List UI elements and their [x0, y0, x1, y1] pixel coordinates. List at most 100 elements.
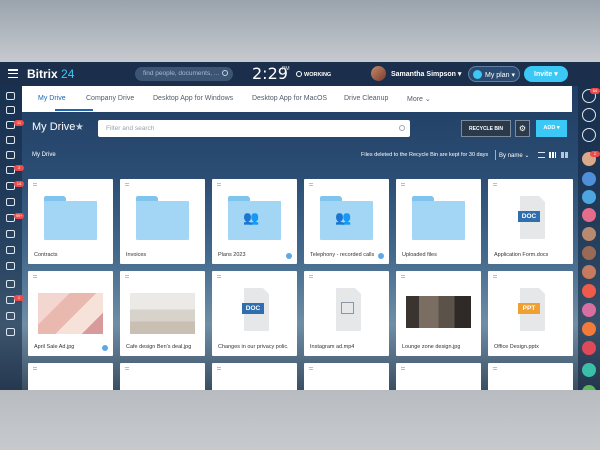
file-card[interactable]: 👥 Plans 2023: [212, 179, 297, 264]
card-menu-icon[interactable]: [309, 367, 313, 370]
file-card[interactable]: [396, 363, 481, 390]
global-search-input[interactable]: find people, documents, ...: [135, 67, 233, 81]
sidebar-drive-icon[interactable]: [6, 136, 15, 144]
contact-avatar[interactable]: [582, 341, 596, 355]
contact-avatar[interactable]: [582, 208, 596, 222]
tab-drive-cleanup[interactable]: Drive Cleanup: [344, 95, 388, 102]
card-menu-icon[interactable]: [309, 183, 313, 186]
card-menu-icon[interactable]: [125, 367, 129, 370]
badge-count: 3: [14, 165, 24, 171]
contact-avatar[interactable]: [582, 363, 596, 377]
file-card[interactable]: [120, 363, 205, 390]
tile-view-icon[interactable]: [561, 152, 568, 158]
search-icon[interactable]: [222, 70, 228, 76]
menu-icon[interactable]: [8, 69, 18, 79]
card-menu-icon[interactable]: [217, 183, 221, 186]
file-card[interactable]: [28, 363, 113, 390]
sort-dropdown[interactable]: By name ⌄: [499, 152, 529, 159]
badge-count: 1: [14, 295, 24, 301]
card-menu-icon[interactable]: [401, 367, 405, 370]
sidebar-more-icon[interactable]: [6, 328, 15, 336]
file-card[interactable]: DOC Application Form.docx: [488, 179, 573, 264]
card-menu-icon[interactable]: [309, 275, 313, 278]
contact-avatar[interactable]: [582, 284, 596, 298]
contact-avatar[interactable]: [582, 303, 596, 317]
card-menu-icon[interactable]: [401, 275, 405, 278]
sidebar-store-icon[interactable]: [6, 280, 15, 288]
star-icon[interactable]: ★: [75, 122, 84, 133]
my-plan-button[interactable]: My plan ▾: [468, 66, 520, 82]
breadcrumb[interactable]: My Drive: [32, 152, 56, 158]
list-view-icon[interactable]: [538, 152, 545, 158]
file-card[interactable]: Lounge zone design.jpg: [396, 271, 481, 356]
sidebar-time-icon[interactable]: [6, 262, 15, 270]
contact-avatar[interactable]: [582, 190, 596, 204]
add-button[interactable]: ADD ▾: [536, 120, 567, 137]
card-menu-icon[interactable]: [33, 367, 37, 370]
invite-button[interactable]: Invite ▾: [524, 66, 568, 82]
file-name: Contracts: [34, 252, 58, 258]
gear-icon[interactable]: ⚙: [515, 120, 530, 137]
card-menu-icon[interactable]: [125, 183, 129, 186]
plan-icon: [473, 70, 482, 79]
sidebar-settings-icon[interactable]: [6, 312, 15, 320]
filter-search-input[interactable]: Filter and search: [98, 120, 410, 137]
card-menu-icon[interactable]: [217, 367, 221, 370]
file-name: Application Form.docx: [494, 252, 549, 258]
contact-avatar[interactable]: [582, 246, 596, 260]
card-menu-icon[interactable]: [401, 183, 405, 186]
sidebar-contacts-icon[interactable]: [6, 246, 15, 254]
search-icon[interactable]: [582, 128, 596, 142]
sidebar-calendar-icon[interactable]: [6, 151, 15, 159]
search-icon[interactable]: [399, 125, 405, 131]
file-name: Changes in our privacy polic...: [218, 344, 288, 350]
file-card[interactable]: Uploaded files: [396, 179, 481, 264]
file-card[interactable]: Cafe design Ben's deal.jpg: [120, 271, 205, 356]
file-card[interactable]: PPT Office Design.pptx: [488, 271, 573, 356]
contact-avatar[interactable]: [582, 172, 596, 186]
sidebar-tasks-icon[interactable]: [6, 106, 15, 114]
tab-my-drive[interactable]: My Drive: [38, 95, 66, 102]
grid-view-icon[interactable]: [549, 152, 556, 158]
contact-avatar[interactable]: [582, 322, 596, 336]
doc-file-icon: DOC: [518, 196, 545, 239]
file-card[interactable]: DOC Changes in our privacy polic...: [212, 271, 297, 356]
recycle-bin-button[interactable]: RECYCLE BIN: [461, 120, 511, 137]
file-card[interactable]: April Sale Ad.jpg: [28, 271, 113, 356]
file-card[interactable]: [304, 363, 389, 390]
sidebar-mail-icon[interactable]: [6, 198, 15, 206]
card-menu-icon[interactable]: [125, 275, 129, 278]
avatar[interactable]: [371, 66, 386, 81]
sidebar-feed-icon[interactable]: [6, 92, 15, 100]
file-card[interactable]: Instagram ad.mp4: [304, 271, 389, 356]
card-menu-icon[interactable]: [33, 275, 37, 278]
shared-icon: [286, 253, 292, 259]
doc-file-icon: DOC: [242, 288, 269, 331]
file-card[interactable]: [488, 363, 573, 390]
tab-desktop-macos[interactable]: Desktop App for MacOS: [252, 95, 327, 102]
file-name: Cafe design Ben's deal.jpg: [126, 344, 192, 350]
user-name[interactable]: Samantha Simpson ▾: [391, 70, 461, 78]
left-sidebar: 11 3 14 99+ 1: [0, 86, 24, 390]
logo[interactable]: Bitrix 24: [27, 67, 74, 81]
card-menu-icon[interactable]: [33, 183, 37, 186]
file-card[interactable]: Contracts: [28, 179, 113, 264]
sidebar-automation-icon[interactable]: [6, 230, 15, 238]
tab-more[interactable]: More ⌄: [407, 95, 431, 103]
tab-company-drive[interactable]: Company Drive: [86, 95, 134, 102]
contact-avatar[interactable]: [582, 227, 596, 241]
card-menu-icon[interactable]: [493, 367, 497, 370]
divider: [495, 150, 496, 160]
tab-desktop-windows[interactable]: Desktop App for Windows: [153, 95, 233, 102]
card-menu-icon[interactable]: [493, 275, 497, 278]
top-header: Bitrix 24 find people, documents, ... 2:…: [0, 62, 600, 86]
messenger-icon[interactable]: [582, 108, 596, 122]
work-status[interactable]: WORKING: [296, 71, 331, 78]
folder-icon: [44, 196, 97, 240]
file-card[interactable]: 👥 Telephony - recorded calls: [304, 179, 389, 264]
file-card[interactable]: [212, 363, 297, 390]
card-menu-icon[interactable]: [217, 275, 221, 278]
contact-avatar[interactable]: [582, 265, 596, 279]
file-card[interactable]: Invoices: [120, 179, 205, 264]
card-menu-icon[interactable]: [493, 183, 497, 186]
